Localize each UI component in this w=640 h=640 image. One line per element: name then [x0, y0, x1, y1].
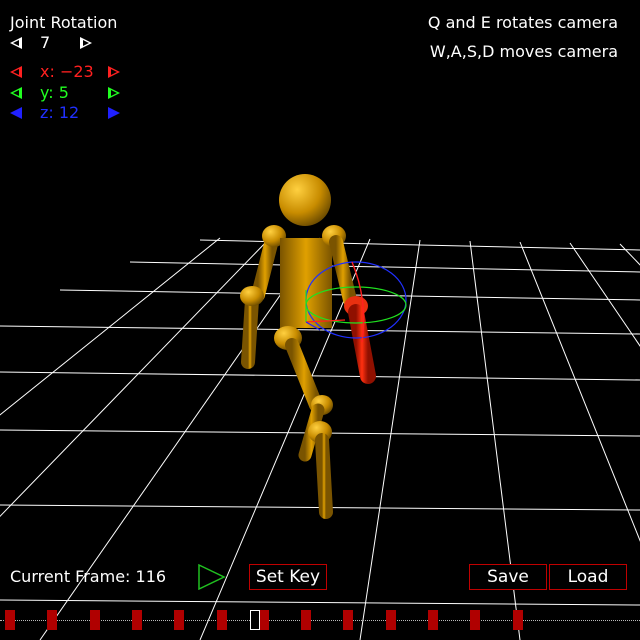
character-figure[interactable] — [240, 174, 376, 519]
keyframe-marker[interactable] — [512, 610, 523, 630]
x-decrease-arrow-inner — [13, 69, 19, 75]
y-rotation-value: y: 5 — [40, 83, 69, 102]
current-frame-label: Current Frame: 116 — [10, 567, 167, 586]
keyframe-marker[interactable] — [343, 610, 354, 630]
y-decrease-arrow-inner — [13, 90, 19, 96]
y-increase-arrow-inner — [111, 90, 117, 96]
viewport-3d[interactable] — [0, 0, 640, 640]
set-key-button[interactable]: Set Key — [249, 564, 327, 590]
joint-rotation-title: Joint Rotation — [10, 13, 118, 32]
timeline-cursor[interactable] — [250, 610, 260, 630]
help-move-camera: W,A,S,D moves camera — [429, 42, 618, 61]
z-decrease-arrow-icon[interactable] — [10, 107, 22, 119]
z-rotation-value: z: 12 — [40, 103, 80, 122]
keyframe-marker[interactable] — [5, 610, 15, 630]
load-button[interactable]: Load — [549, 564, 627, 590]
joint-index: 7 — [40, 33, 51, 52]
keyframe-marker[interactable] — [385, 610, 396, 630]
keyframe-marker[interactable] — [89, 610, 100, 630]
save-button[interactable]: Save — [469, 564, 547, 590]
keyframe-marker[interactable] — [258, 610, 269, 630]
joint-next-arrow-inner — [83, 40, 89, 46]
z-increase-arrow-icon[interactable] — [108, 107, 120, 119]
keyframe-marker[interactable] — [428, 610, 438, 630]
keyframe-marker[interactable] — [301, 610, 312, 630]
keyframe-marker[interactable] — [174, 610, 185, 630]
x-rotation-value: x: −23 — [40, 62, 94, 81]
selected-limb[interactable] — [348, 304, 376, 384]
joint-prev-arrow-inner — [13, 40, 19, 46]
x-increase-arrow-inner — [111, 69, 117, 75]
keyframe-marker[interactable] — [470, 610, 481, 630]
keyframe-marker[interactable] — [47, 610, 58, 630]
help-rotate-camera: Q and E rotates camera — [427, 13, 618, 32]
keyframe-marker[interactable] — [216, 610, 227, 630]
keyframe-marker[interactable] — [131, 610, 142, 630]
play-icon[interactable] — [198, 564, 226, 590]
